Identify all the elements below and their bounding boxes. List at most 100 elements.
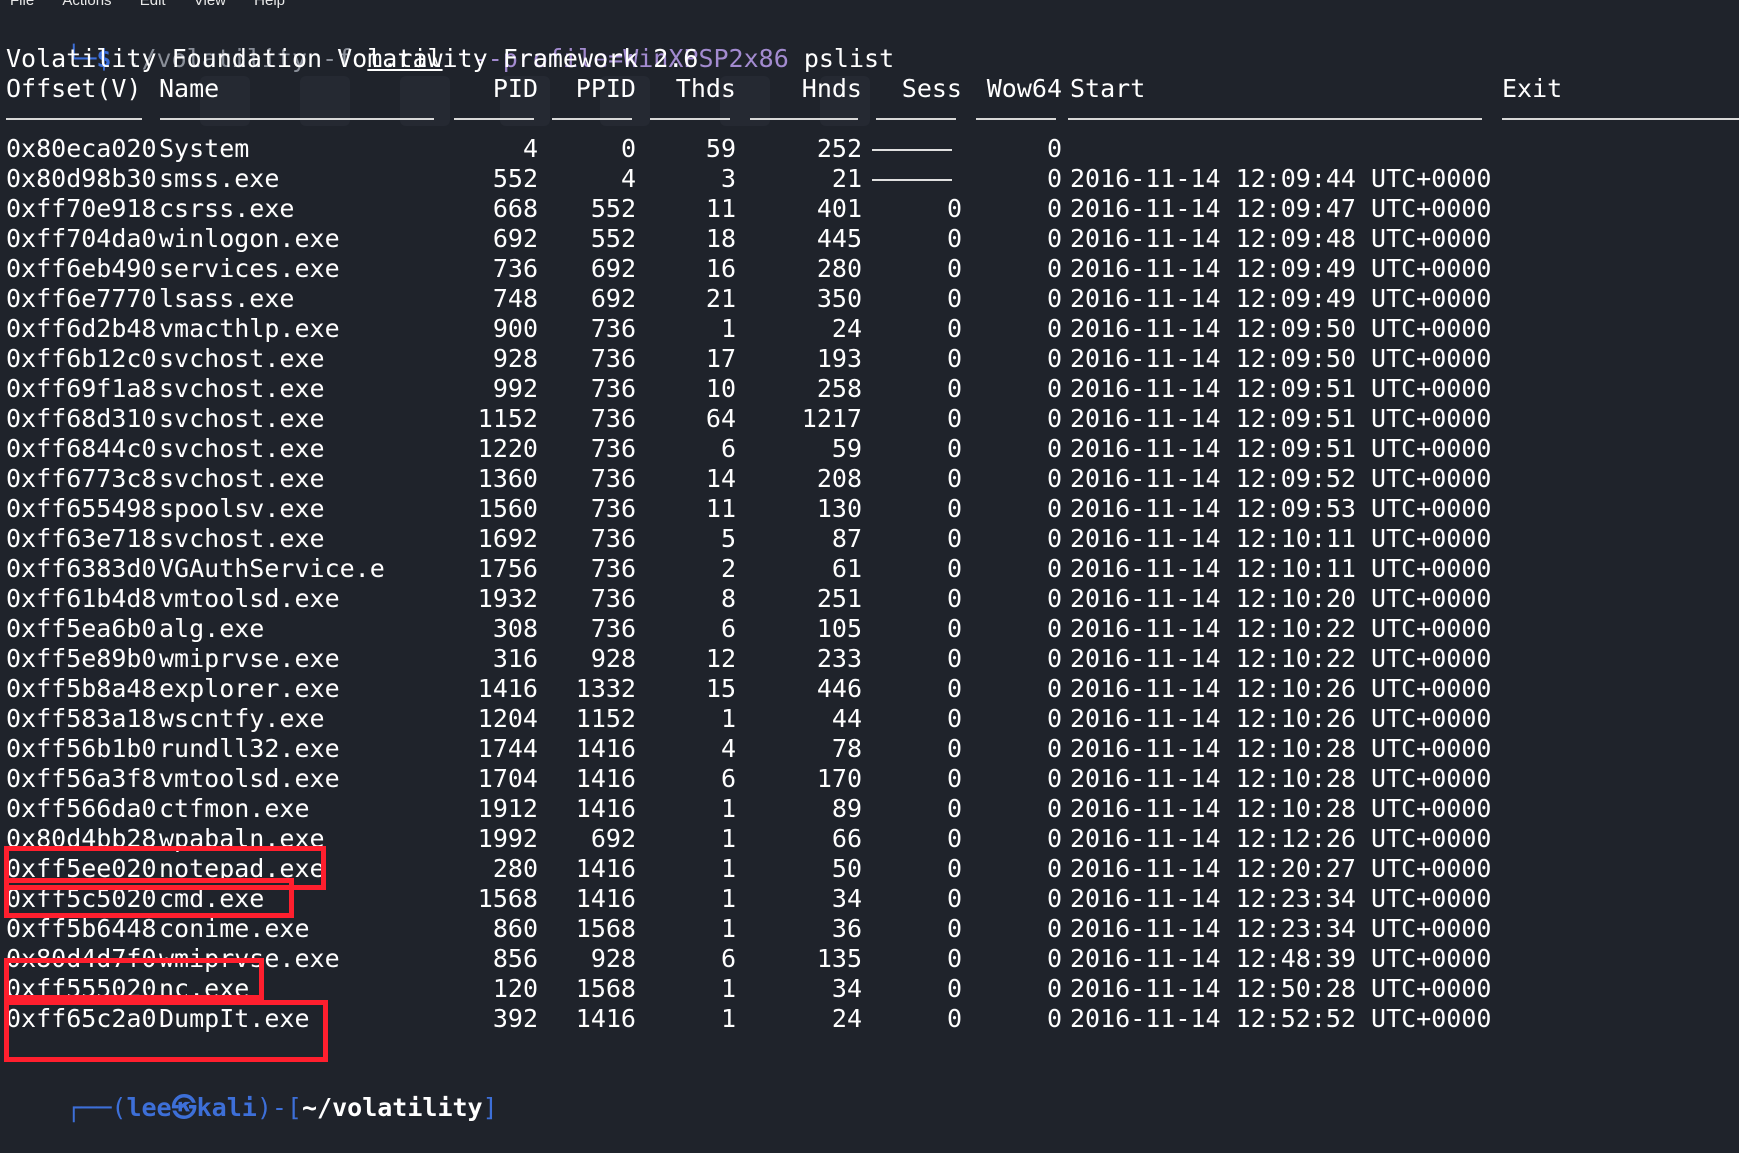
header-underline xyxy=(750,118,858,120)
header-ppid: PPID xyxy=(575,74,636,103)
cell-hnds: 24 xyxy=(831,1004,862,1033)
cell-start: 2016-11-14 12:09:52 UTC+0000 xyxy=(1070,464,1492,493)
header-pid: PID xyxy=(492,74,538,103)
cell-start: 2016-11-14 12:23:34 UTC+0000 xyxy=(1070,884,1492,913)
cell-name: svchost.exe xyxy=(159,344,325,373)
cell-thds: 6 xyxy=(720,764,736,793)
cell-sess: 0 xyxy=(946,464,962,493)
header-offset: Offset(V) xyxy=(6,74,142,103)
menu-edit[interactable]: Edit xyxy=(140,0,166,9)
cell-wow64: 0 xyxy=(1046,734,1062,763)
cell-start: 2016-11-14 12:09:50 UTC+0000 xyxy=(1070,314,1492,343)
cell-pid: 928 xyxy=(492,344,538,373)
cell-offset: 0xff6844c0 xyxy=(6,434,157,463)
cell-start: 2016-11-14 12:10:20 UTC+0000 xyxy=(1070,584,1492,613)
banner-line: Volatility Foundation Volatility Framewo… xyxy=(6,44,699,73)
cell-wow64: 0 xyxy=(1046,404,1062,433)
cell-pid: 668 xyxy=(492,194,538,223)
cell-pid: 992 xyxy=(492,374,538,403)
cell-thds: 1 xyxy=(720,884,736,913)
table-row: 0xff655498 spoolsv.exe 1560 736 11 130 0 0 2016-… xyxy=(6,494,1706,524)
cell-sess: 0 xyxy=(946,854,962,883)
cell-ppid: 736 xyxy=(590,344,636,373)
header-underline xyxy=(876,118,956,120)
cell-ppid: 1416 xyxy=(575,794,636,823)
menu-view[interactable]: View xyxy=(194,0,226,9)
cell-pid: 900 xyxy=(492,314,538,343)
cell-pid: 1912 xyxy=(477,794,538,823)
cell-name: vmtoolsd.exe xyxy=(159,764,340,793)
table-row: 0xff6383d0 VGAuthService.e 1756 736 2 61 0 0 201… xyxy=(6,554,1706,584)
cell-thds: 1 xyxy=(720,974,736,1003)
cell-sess: 0 xyxy=(946,494,962,523)
prompt-at-symbol: ㉿ xyxy=(171,1093,197,1122)
cell-pid: 120 xyxy=(492,974,538,1003)
cell-thds: 21 xyxy=(705,284,736,313)
table-row: 0xff583a18 wscntfy.exe 1204 1152 1 44 0 0 2016-1… xyxy=(6,704,1706,734)
cell-wow64: 0 xyxy=(1046,944,1062,973)
cell-thds: 1 xyxy=(720,824,736,853)
cell-sess: 0 xyxy=(946,404,962,433)
cell-name: svchost.exe xyxy=(159,404,325,433)
cell-hnds: 61 xyxy=(831,554,862,583)
cell-pid: 308 xyxy=(492,614,538,643)
cell-ppid: 736 xyxy=(590,494,636,523)
cell-thds: 16 xyxy=(705,254,736,283)
cell-hnds: 350 xyxy=(816,284,862,313)
cell-name: spoolsv.exe xyxy=(159,494,325,523)
cell-pid: 316 xyxy=(492,644,538,673)
cell-start: 2016-11-14 12:09:53 UTC+0000 xyxy=(1070,494,1492,523)
cell-wow64: 0 xyxy=(1046,434,1062,463)
cell-ppid: 736 xyxy=(590,374,636,403)
cell-hnds: 445 xyxy=(816,224,862,253)
table-row: 0xff56a3f8 vmtoolsd.exe 1704 1416 6 170 0 0 2016… xyxy=(6,764,1706,794)
cell-hnds: 66 xyxy=(831,824,862,853)
cell-wow64: 0 xyxy=(1046,584,1062,613)
cell-name: System xyxy=(159,134,250,163)
cell-pid: 1692 xyxy=(477,524,538,553)
cell-pid: 4 xyxy=(522,134,538,163)
menu-actions[interactable]: Actions xyxy=(62,0,111,9)
cell-sess: 0 xyxy=(946,914,962,943)
header-underline xyxy=(1502,118,1739,120)
cell-wow64: 0 xyxy=(1046,794,1062,823)
cell-pid: 1704 xyxy=(477,764,538,793)
menu-file[interactable]: File xyxy=(10,0,34,9)
cell-ppid: 736 xyxy=(590,434,636,463)
cell-pid: 692 xyxy=(492,224,538,253)
cell-start: 2016-11-14 12:52:52 UTC+0000 xyxy=(1070,1004,1492,1033)
cell-name: csrss.exe xyxy=(159,194,295,223)
cell-thds: 59 xyxy=(705,134,736,163)
cell-wow64: 0 xyxy=(1046,824,1062,853)
cell-name: explorer.exe xyxy=(159,674,340,703)
cell-thds: 11 xyxy=(705,494,736,523)
cell-name: svchost.exe xyxy=(159,434,325,463)
menu-bar: File Actions Edit View Help xyxy=(0,0,299,10)
cell-offset: 0xff6773c8 xyxy=(6,464,157,493)
cell-ppid: 928 xyxy=(590,644,636,673)
cell-thds: 17 xyxy=(705,344,736,373)
cell-hnds: 36 xyxy=(831,914,862,943)
prompt-close: ] xyxy=(482,1093,498,1122)
cell-hnds: 21 xyxy=(831,164,862,193)
cell-start: 2016-11-14 12:10:11 UTC+0000 xyxy=(1070,524,1492,553)
cell-pid: 736 xyxy=(492,254,538,283)
cell-wow64: 0 xyxy=(1046,764,1062,793)
cell-offset: 0xff56a3f8 xyxy=(6,764,157,793)
cell-offset: 0xff6b12c0 xyxy=(6,344,157,373)
cell-start: 2016-11-14 12:10:11 UTC+0000 xyxy=(1070,554,1492,583)
cell-offset: 0xff6eb490 xyxy=(6,254,157,283)
cell-start: 2016-11-14 12:10:28 UTC+0000 xyxy=(1070,734,1492,763)
table-header: Offset(V) Name PID PPID Thds Hnds Sess W… xyxy=(6,74,1706,104)
cell-offset: 0xff61b4d8 xyxy=(6,584,157,613)
highlight-box-nc xyxy=(4,958,264,1000)
cell-hnds: 50 xyxy=(831,854,862,883)
cell-wow64: 0 xyxy=(1046,914,1062,943)
menu-help[interactable]: Help xyxy=(254,0,285,9)
cell-ppid: 736 xyxy=(590,554,636,583)
cell-wow64: 0 xyxy=(1046,314,1062,343)
cell-start: 2016-11-14 12:09:49 UTC+0000 xyxy=(1070,284,1492,313)
table-row: 0xff6d2b48 vmacthlp.exe 900 736 1 24 0 0 2016-11… xyxy=(6,314,1706,344)
cell-thds: 1 xyxy=(720,314,736,343)
terminal-window[interactable]: File Actions Edit View Help └─$ ./volati… xyxy=(0,0,1739,1122)
